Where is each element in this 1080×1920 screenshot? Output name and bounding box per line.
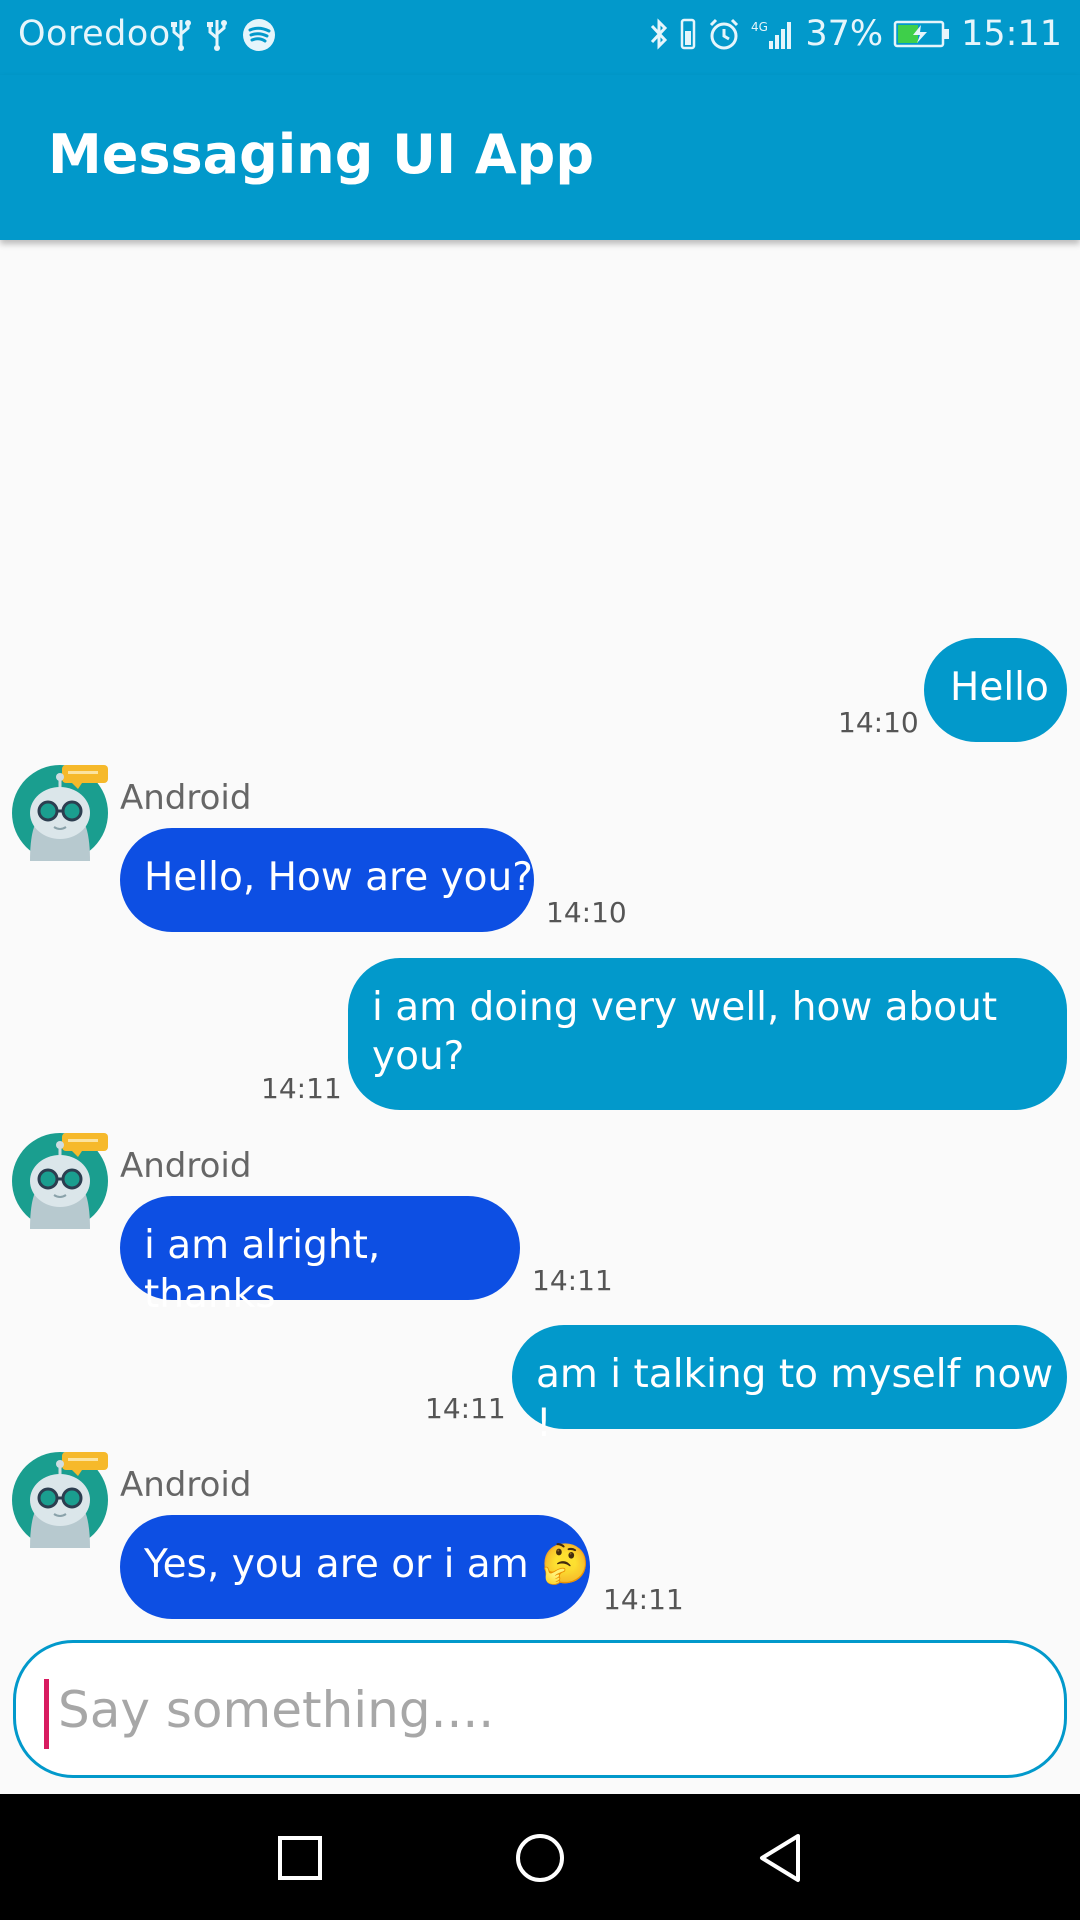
status-bar: Ooredoo 4G 37% 15:11 bbox=[0, 0, 1080, 75]
message-time: 14:11 bbox=[261, 1072, 342, 1105]
message-bubble[interactable]: i am doing very well, how about you? bbox=[348, 958, 1067, 1110]
message-bubble[interactable]: i am alright, thanks bbox=[120, 1196, 520, 1317]
battery-charging-icon bbox=[893, 19, 951, 49]
sender-name: Android bbox=[120, 778, 252, 818]
message-time: 14:10 bbox=[546, 896, 627, 929]
home-icon[interactable] bbox=[514, 1832, 566, 1884]
android-avatar bbox=[12, 1452, 108, 1548]
battery-percent: 37% bbox=[805, 14, 884, 54]
message-bubble[interactable]: Hello, How are you? bbox=[120, 828, 534, 932]
alarm-icon bbox=[707, 17, 741, 51]
sender-name: Android bbox=[120, 1465, 252, 1505]
spotify-icon bbox=[242, 18, 276, 52]
bluetooth-icon bbox=[649, 17, 669, 51]
message-time: 14:10 bbox=[838, 706, 919, 739]
text-cursor bbox=[44, 1679, 49, 1749]
usb-icon bbox=[206, 18, 228, 52]
carrier-name: Ooredoo bbox=[18, 14, 171, 54]
message-composer[interactable] bbox=[13, 1640, 1067, 1778]
vibrate-icon bbox=[679, 17, 697, 51]
android-avatar bbox=[12, 1133, 108, 1229]
svg-text:4G: 4G bbox=[751, 20, 768, 34]
message-bubble[interactable]: Hello bbox=[924, 638, 1067, 742]
android-avatar bbox=[12, 765, 108, 861]
app-toolbar: Messaging UI App bbox=[0, 75, 1080, 240]
recents-icon[interactable] bbox=[274, 1832, 326, 1884]
message-bubble[interactable]: Yes, you are or i am 🤔 bbox=[120, 1515, 590, 1619]
message-time: 14:11 bbox=[532, 1264, 613, 1297]
message-time: 14:11 bbox=[425, 1392, 506, 1425]
message-list[interactable]: 14:10 Hello Android Hello, How are you? … bbox=[0, 240, 1080, 1638]
signal-icon: 4G bbox=[751, 17, 795, 51]
usb-icon bbox=[170, 18, 192, 52]
back-icon[interactable] bbox=[754, 1832, 806, 1884]
message-bubble[interactable]: am i talking to myself now ! bbox=[512, 1325, 1067, 1446]
status-time: 15:11 bbox=[961, 14, 1062, 54]
message-input[interactable] bbox=[56, 1659, 1040, 1761]
system-nav-bar bbox=[0, 1794, 1080, 1920]
sender-name: Android bbox=[120, 1146, 252, 1186]
app-title: Messaging UI App bbox=[48, 123, 594, 186]
message-time: 14:11 bbox=[603, 1583, 684, 1616]
